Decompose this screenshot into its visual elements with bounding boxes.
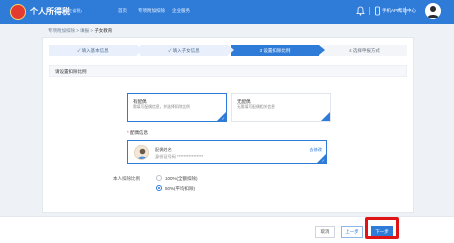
nav-special-deduction[interactable]: 专项附加扣除 bbox=[138, 8, 165, 14]
step-label: 3 设置扣除比例 bbox=[259, 48, 291, 53]
check-icon: ✓ bbox=[321, 158, 325, 163]
breadcrumb-item-special-deduction[interactable]: 专项附加扣除 bbox=[48, 28, 75, 33]
radio-full-deduction-label: 100%(全额扣除) bbox=[165, 176, 198, 181]
notification-icon[interactable] bbox=[356, 6, 365, 16]
option-no-spouse[interactable]: 无配偶 无需填写配偶相关信息 bbox=[231, 93, 331, 122]
nav-enterprise-service[interactable]: 企业服务 bbox=[172, 8, 190, 14]
option-has-spouse[interactable]: 有配偶 需填写配偶信息，并选择扣除比例 ✓ bbox=[127, 93, 227, 122]
section-title: 请设置扣除比例 bbox=[55, 69, 87, 74]
edit-spouse-link[interactable]: 去修改 bbox=[309, 147, 322, 153]
breadcrumb-item-fill[interactable]: 填报 bbox=[80, 28, 89, 33]
app-subtitle: (浙江省税) bbox=[63, 8, 82, 13]
step-declare-method: 4 选择申报方式 bbox=[322, 45, 407, 56]
check-icon: ✓ bbox=[221, 116, 225, 121]
step-arrow bbox=[319, 45, 325, 55]
option-description: 需填写配偶信息，并选择扣除比例 bbox=[133, 105, 190, 109]
spouse-avatar bbox=[134, 145, 149, 160]
step-set-ratio: 3 设置扣除比例 bbox=[231, 45, 325, 56]
spouse-info-label-text: 配偶信息 bbox=[130, 130, 149, 135]
breadcrumb-item-current: 子女教育 bbox=[94, 28, 113, 33]
tax-emblem-logo bbox=[10, 4, 26, 20]
step-arrow bbox=[137, 45, 143, 55]
top-header: 个人所得税 (浙江省税) 首页 专项附加扣除 企业服务 手机APP 帮助中心 bbox=[0, 0, 454, 24]
breadcrumb: 专项附加扣除 > 填报 > 子女教育 bbox=[48, 28, 112, 34]
step-progress: ✓ 填入基本信息 ✓ 填入子女信息 3 设置扣除比例 4 选择申报方式 bbox=[49, 45, 407, 56]
main-card: ✓ 填入基本信息 ✓ 填入子女信息 3 设置扣除比例 4 选择申报方式 请设置扣… bbox=[42, 37, 414, 213]
step-label: 4 选择申报方式 bbox=[349, 48, 380, 53]
radio-half-deduction[interactable] bbox=[156, 185, 162, 191]
cancel-button[interactable]: 取消 bbox=[315, 226, 335, 238]
step-child-info: ✓ 填入子女信息 bbox=[140, 45, 234, 56]
spouse-name: 配偶姓名 bbox=[155, 147, 172, 152]
user-avatar-icon bbox=[427, 6, 439, 18]
spouse-id-number: 身份证号码 **************** bbox=[155, 154, 204, 159]
help-center-link[interactable]: 帮助中心 bbox=[398, 8, 416, 14]
option-description: 无需填写配偶相关信息 bbox=[237, 105, 275, 109]
ratio-label: 本人扣除比例 bbox=[113, 176, 140, 181]
step-label: ✓ 填入基本信息 bbox=[77, 48, 109, 53]
phone-icon bbox=[375, 6, 380, 16]
person-icon bbox=[137, 148, 148, 159]
header-divider bbox=[369, 7, 370, 15]
corner-marker bbox=[321, 112, 330, 121]
radio-full-deduction[interactable] bbox=[156, 175, 162, 181]
radio-half-deduction-label: 50%(平均扣除) bbox=[165, 186, 196, 191]
step-arrow bbox=[228, 45, 234, 55]
step-label: ✓ 填入子女信息 bbox=[168, 48, 200, 53]
previous-step-button[interactable]: 上一步 bbox=[341, 226, 363, 238]
nav-home[interactable]: 首页 bbox=[118, 8, 127, 14]
spouse-info-label: * 配偶信息 bbox=[127, 130, 148, 136]
next-button-highlight bbox=[365, 217, 399, 239]
step-basic-info: ✓ 填入基本信息 bbox=[49, 45, 143, 56]
section-header: 请设置扣除比例 bbox=[49, 65, 407, 77]
spouse-card[interactable]: 配偶姓名 身份证号码 **************** 去修改 ✓ bbox=[127, 140, 327, 164]
user-avatar[interactable] bbox=[425, 3, 441, 19]
